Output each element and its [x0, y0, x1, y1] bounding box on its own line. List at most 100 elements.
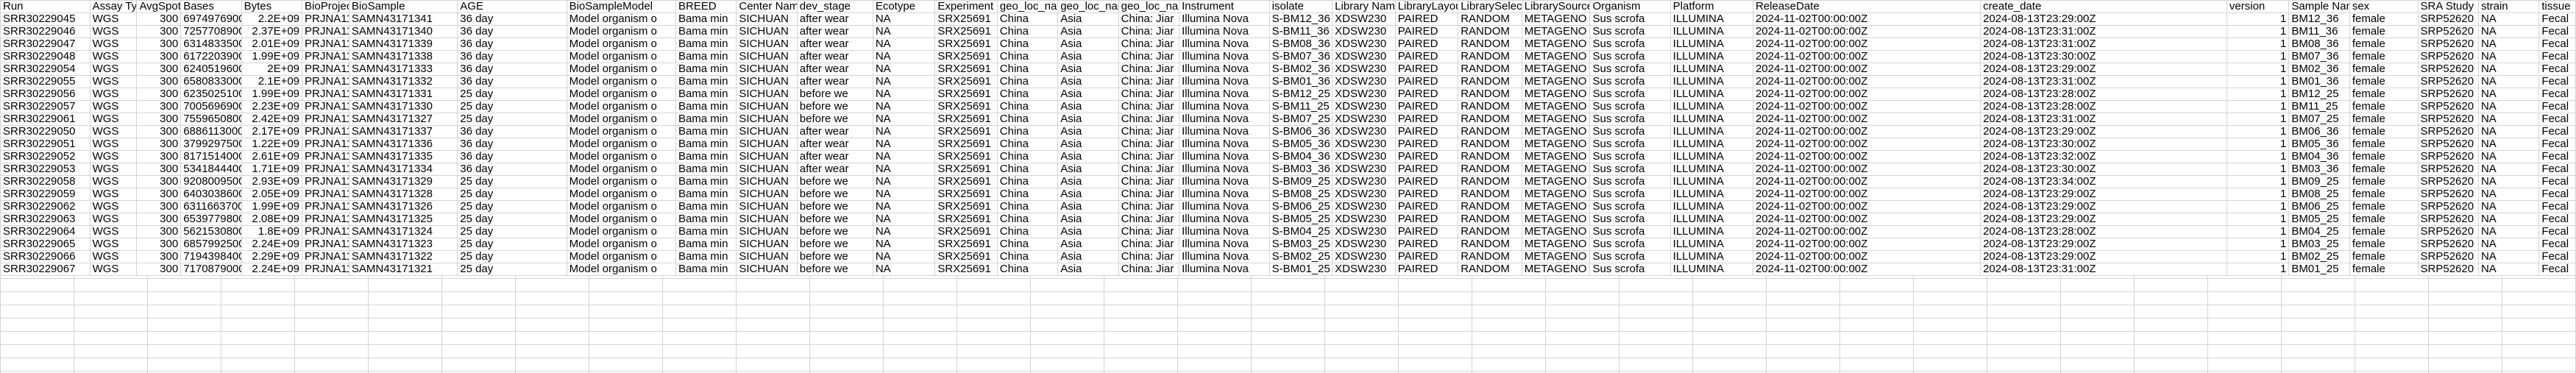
- table-cell[interactable]: METAGENO: [1521, 150, 1591, 163]
- table-cell[interactable]: 300: [136, 25, 182, 38]
- table-cell[interactable]: 25 day: [457, 250, 567, 263]
- table-cell[interactable]: S-BM03_36: [1269, 163, 1333, 176]
- table-cell[interactable]: NA: [2477, 250, 2540, 263]
- table-cell[interactable]: Illumina Nova: [1179, 25, 1270, 38]
- table-cell[interactable]: SICHUAN: [736, 113, 798, 126]
- table-cell[interactable]: BM06_25: [2288, 200, 2350, 213]
- table-cell[interactable]: SICHUAN: [736, 63, 798, 76]
- table-cell[interactable]: METAGENO: [1521, 250, 1591, 263]
- table-cell[interactable]: 2024-11-02T00:00:00Z: [1752, 125, 1981, 138]
- table-cell[interactable]: SRP52620: [2417, 263, 2479, 276]
- table-cell[interactable]: China: [996, 75, 1059, 88]
- table-cell[interactable]: Fecal: [2538, 25, 2576, 38]
- table-cell[interactable]: PRJNA114: [302, 200, 350, 213]
- column-header-cell[interactable]: Center Name: [736, 0, 798, 13]
- table-cell[interactable]: 2024-08-13T23:29:00Z: [1980, 188, 2227, 201]
- table-cell[interactable]: S-BM09_25: [1269, 175, 1333, 188]
- table-cell[interactable]: 300: [136, 113, 182, 126]
- table-cell[interactable]: SRX25691: [934, 188, 998, 201]
- table-cell[interactable]: NA: [2477, 200, 2540, 213]
- table-cell[interactable]: WGS: [89, 38, 138, 51]
- table-cell[interactable]: before we: [796, 213, 873, 226]
- table-cell[interactable]: SICHUAN: [736, 150, 798, 163]
- table-cell[interactable]: SAMN43171325: [348, 213, 458, 226]
- table-cell[interactable]: 2.05E+09: [241, 188, 303, 201]
- table-cell[interactable]: Bama min: [675, 100, 737, 113]
- table-cell[interactable]: 2024-11-02T00:00:00Z: [1752, 163, 1981, 176]
- table-cell[interactable]: 2024-11-02T00:00:00Z: [1752, 138, 1981, 151]
- table-cell[interactable]: SICHUAN: [736, 238, 798, 251]
- table-cell[interactable]: China: Jiar: [1118, 263, 1180, 276]
- table-cell[interactable]: Sus scrofa: [1589, 150, 1671, 163]
- table-cell[interactable]: before we: [796, 100, 873, 113]
- table-cell[interactable]: China: [996, 13, 1059, 26]
- table-cell[interactable]: S-BM03_25: [1269, 238, 1333, 251]
- table-cell[interactable]: SRX25691: [934, 88, 998, 101]
- table-cell[interactable]: XDSW230: [1332, 175, 1396, 188]
- table-cell[interactable]: BM05_25: [2288, 213, 2350, 226]
- table-cell[interactable]: PRJNA114: [302, 38, 350, 51]
- table-cell[interactable]: 6240519600: [180, 63, 242, 76]
- table-cell[interactable]: Sus scrofa: [1589, 188, 1671, 201]
- table-cell[interactable]: Bama min: [675, 175, 737, 188]
- table-cell[interactable]: PAIRED: [1394, 113, 1459, 126]
- table-cell[interactable]: PRJNA114: [302, 63, 350, 76]
- table-cell[interactable]: China: [996, 100, 1059, 113]
- column-header-cell[interactable]: Organism: [1589, 0, 1671, 13]
- table-cell[interactable]: female: [2349, 238, 2419, 251]
- table-cell[interactable]: 2.1E+09: [241, 75, 303, 88]
- table-cell[interactable]: 2024-11-02T00:00:00Z: [1752, 250, 1981, 263]
- table-cell[interactable]: S-BM01_25: [1269, 263, 1333, 276]
- table-cell[interactable]: before we: [796, 238, 873, 251]
- table-cell[interactable]: after wear: [796, 75, 873, 88]
- table-cell[interactable]: Illumina Nova: [1179, 113, 1270, 126]
- table-cell[interactable]: METAGENO: [1521, 13, 1591, 26]
- table-cell[interactable]: PRJNA114: [302, 250, 350, 263]
- table-cell[interactable]: WGS: [89, 13, 138, 26]
- table-cell[interactable]: Model organism o: [566, 100, 676, 113]
- table-cell[interactable]: SRP52620: [2417, 188, 2479, 201]
- table-cell[interactable]: RANDOM: [1458, 113, 1522, 126]
- table-cell[interactable]: Asia: [1057, 188, 1119, 201]
- table-cell[interactable]: NA: [872, 38, 936, 51]
- table-cell[interactable]: NA: [872, 100, 936, 113]
- table-cell[interactable]: Sus scrofa: [1589, 50, 1671, 63]
- table-cell[interactable]: NA: [2477, 88, 2540, 101]
- table-cell[interactable]: 36 day: [457, 163, 567, 176]
- table-cell[interactable]: Bama min: [675, 13, 737, 26]
- table-cell[interactable]: China: Jiar: [1118, 38, 1180, 51]
- table-cell[interactable]: 1: [2226, 175, 2290, 188]
- table-cell[interactable]: 1: [2226, 25, 2290, 38]
- table-cell[interactable]: NA: [2477, 150, 2540, 163]
- table-cell[interactable]: China: Jiar: [1118, 63, 1180, 76]
- table-cell[interactable]: 300: [136, 238, 182, 251]
- table-cell[interactable]: 2024-08-13T23:29:00Z: [1980, 13, 2227, 26]
- table-cell[interactable]: XDSW230: [1332, 38, 1396, 51]
- table-cell[interactable]: METAGENO: [1521, 175, 1591, 188]
- table-cell[interactable]: 2024-08-13T23:29:00Z: [1980, 200, 2227, 213]
- table-cell[interactable]: SRP52620: [2417, 38, 2479, 51]
- table-cell[interactable]: BM07_36: [2288, 50, 2350, 63]
- column-header-cell[interactable]: AvgSpotLen: [136, 0, 182, 13]
- table-cell[interactable]: WGS: [89, 75, 138, 88]
- table-cell[interactable]: NA: [2477, 125, 2540, 138]
- column-header-cell[interactable]: geo_loc_name: [1118, 0, 1180, 13]
- table-cell[interactable]: SRP52620: [2417, 250, 2479, 263]
- table-cell[interactable]: Model organism o: [566, 250, 676, 263]
- table-cell[interactable]: WGS: [89, 138, 138, 151]
- table-cell[interactable]: 25 day: [457, 100, 567, 113]
- table-cell[interactable]: 2024-11-02T00:00:00Z: [1752, 38, 1981, 51]
- table-cell[interactable]: PRJNA114: [302, 88, 350, 101]
- column-header-cell[interactable]: Experiment: [934, 0, 998, 13]
- table-cell[interactable]: METAGENO: [1521, 38, 1591, 51]
- table-cell[interactable]: PRJNA114: [302, 225, 350, 238]
- table-cell[interactable]: 6403038600: [180, 188, 242, 201]
- table-cell[interactable]: 2024-11-02T00:00:00Z: [1752, 75, 1981, 88]
- table-cell[interactable]: SAMN43171330: [348, 100, 458, 113]
- table-cell[interactable]: Illumina Nova: [1179, 13, 1270, 26]
- table-cell[interactable]: Fecal: [2538, 113, 2576, 126]
- table-cell[interactable]: BM01_25: [2288, 263, 2350, 276]
- table-cell[interactable]: NA: [872, 125, 936, 138]
- table-cell[interactable]: XDSW230: [1332, 63, 1396, 76]
- table-cell[interactable]: SAMN43171324: [348, 225, 458, 238]
